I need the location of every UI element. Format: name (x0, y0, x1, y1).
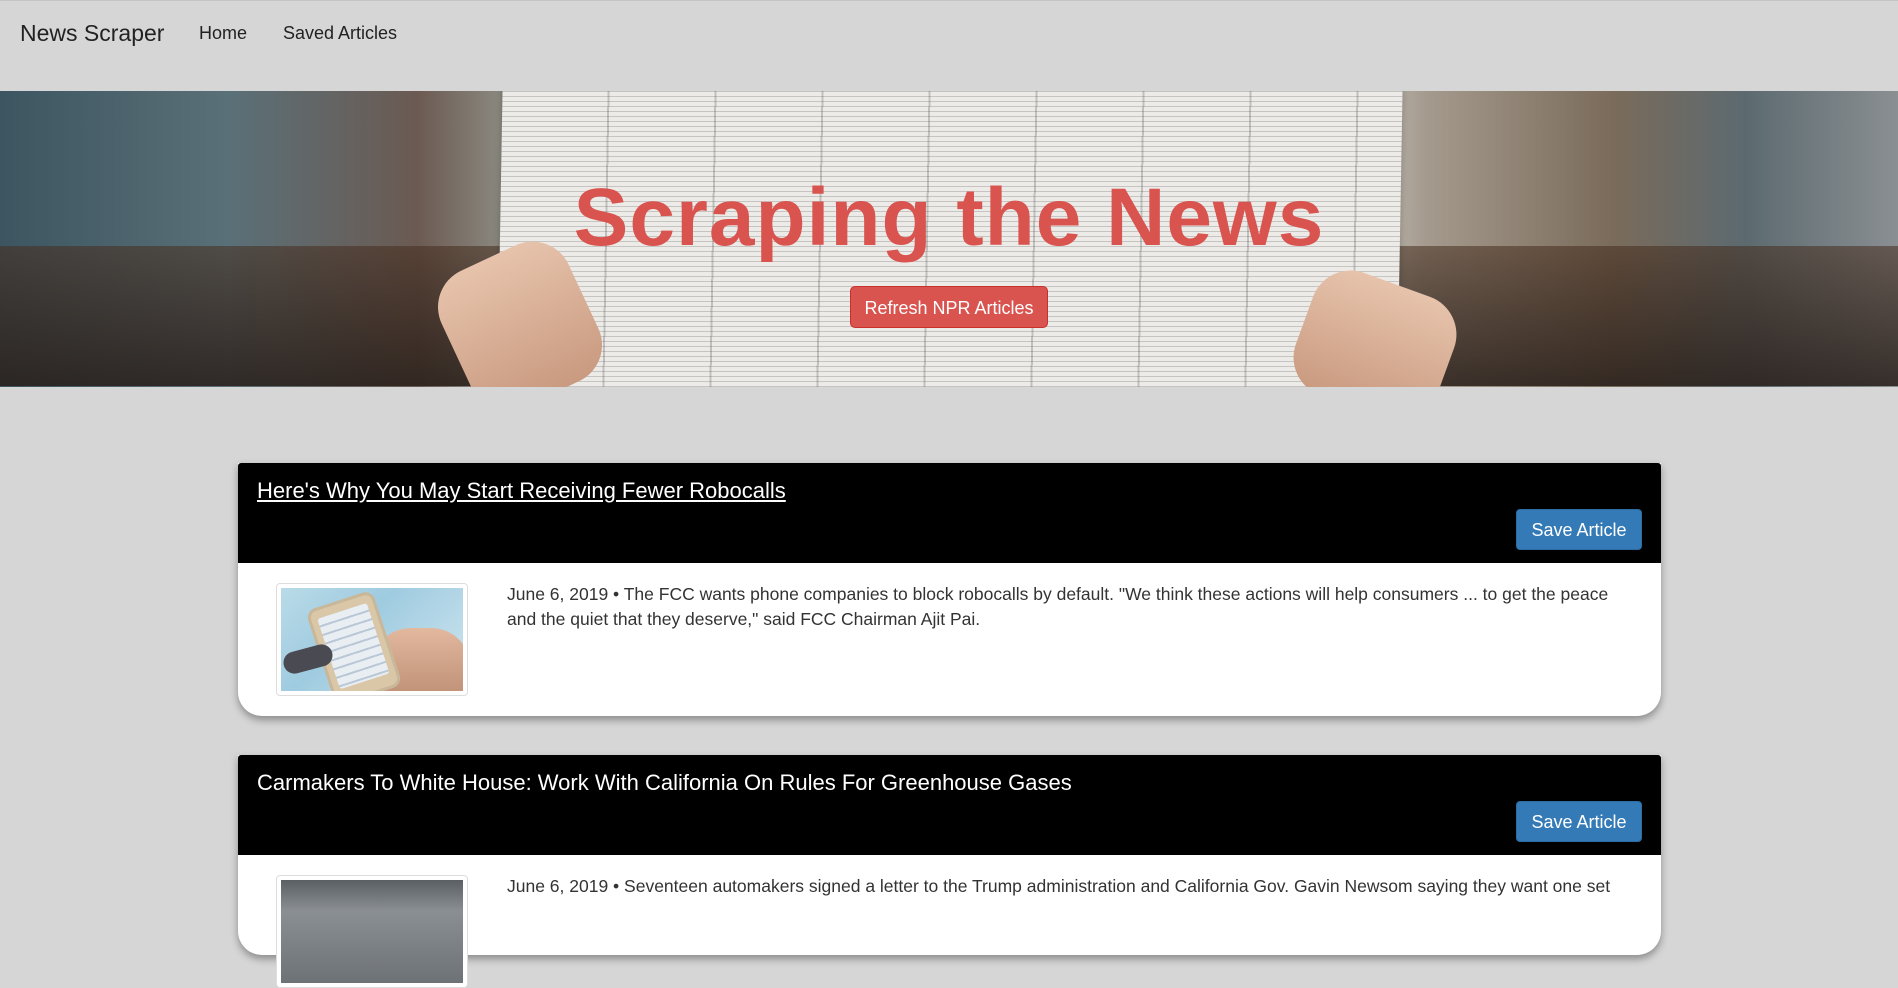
save-article-button[interactable]: Save Article (1516, 509, 1642, 550)
phone-in-hands-image (281, 588, 463, 691)
phone-icon (305, 589, 403, 691)
article-thumbnail (276, 583, 468, 696)
nav-link-saved-articles[interactable]: Saved Articles (283, 23, 397, 44)
article-summary: June 6, 2019 • The FCC wants phone compa… (507, 584, 1609, 629)
article-thumbnail (276, 875, 468, 988)
article-card: Here's Why You May Start Receiving Fewer… (238, 463, 1661, 716)
save-article-button[interactable]: Save Article (1516, 801, 1642, 842)
article-title-link[interactable]: Carmakers To White House: Work With Cali… (257, 770, 1072, 796)
nav-link-home[interactable]: Home (199, 23, 247, 44)
refresh-articles-button[interactable]: Refresh NPR Articles (850, 286, 1048, 328)
article-title-link[interactable]: Here's Why You May Start Receiving Fewer… (257, 478, 786, 504)
article-card-header: Carmakers To White House: Work With Cali… (238, 755, 1661, 855)
hero-title: Scraping the News (573, 172, 1325, 263)
hero-banner: Scraping the News Refresh NPR Articles (0, 91, 1898, 387)
navbar: News Scraper Home Saved Articles (0, 0, 1898, 91)
brand-link[interactable]: News Scraper (20, 20, 164, 47)
article-card: Carmakers To White House: Work With Cali… (238, 755, 1661, 988)
traffic-cars-image (281, 880, 463, 983)
article-card-header: Here's Why You May Start Receiving Fewer… (238, 463, 1661, 563)
article-summary: June 6, 2019 • Seventeen automakers sign… (507, 876, 1611, 896)
